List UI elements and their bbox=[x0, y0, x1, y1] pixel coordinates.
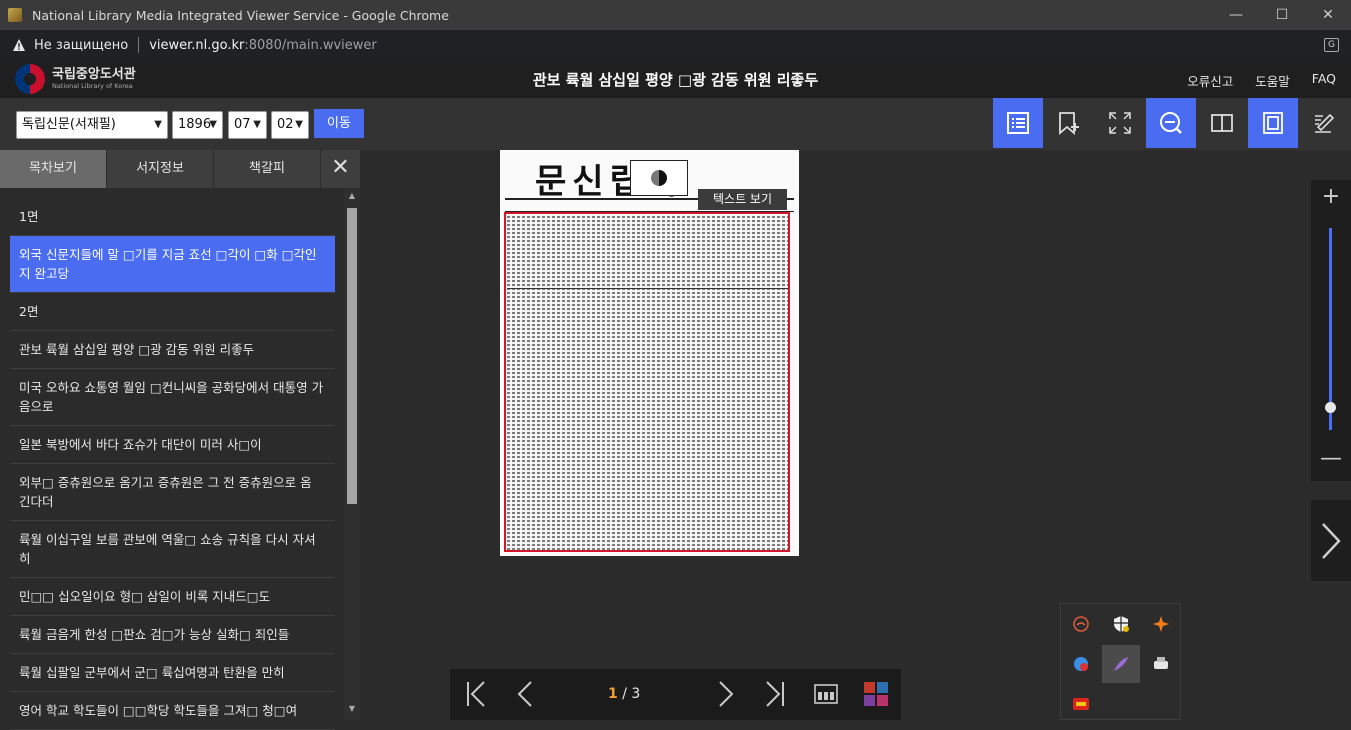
toc-item[interactable]: 관보 륙월 삼십일 평양 □광 감동 위원 리좋두 bbox=[10, 331, 335, 369]
toc-list: 1면 외국 신문지들에 말 □기를 지금 죠선 □각이 □화 □각인지 완고당 … bbox=[10, 198, 335, 730]
toc-item[interactable]: 외국 신문지들에 말 □기를 지금 죠선 □각이 □화 □각인지 완고당 bbox=[10, 236, 335, 293]
url-path[interactable]: :8080/main.wviewer bbox=[244, 38, 376, 53]
year-select[interactable]: 1896 ▼ bbox=[172, 111, 223, 139]
toc-item[interactable]: 륙월 금음게 한성 □판쇼 검□가 능상 실화□ 죄인들 bbox=[10, 616, 335, 654]
newspaper-select-value: 독립신문(서재필) bbox=[22, 117, 116, 132]
browser-tray-icon[interactable] bbox=[1062, 645, 1100, 683]
divider bbox=[138, 37, 140, 53]
scroll-thumb[interactable] bbox=[347, 208, 357, 504]
toc-item[interactable]: 미국 오하요 쇼통영 월임 □컨니씨을 공화당에서 대통영 가음으로 bbox=[10, 369, 335, 426]
page-title: 관보 륙월 삼십일 평양 □광 감동 위원 리좋두 bbox=[532, 71, 819, 89]
prev-page-icon[interactable] bbox=[516, 681, 534, 707]
single-page-icon bbox=[1263, 112, 1283, 134]
system-tray-popup bbox=[1060, 603, 1181, 720]
tab-bookmarks[interactable]: 책갈피 bbox=[214, 150, 321, 188]
list-icon bbox=[1007, 112, 1029, 134]
maximize-icon[interactable]: ☐ bbox=[1259, 0, 1305, 30]
article-highlight-frame[interactable] bbox=[504, 212, 790, 552]
two-page-icon bbox=[1211, 114, 1233, 132]
add-bookmark-button[interactable] bbox=[1044, 98, 1094, 148]
chevron-down-icon: ▼ bbox=[209, 119, 217, 130]
zoom-track[interactable] bbox=[1329, 228, 1332, 430]
url-host[interactable]: viewer.nl.go.kr bbox=[149, 38, 244, 53]
text-view-tooltip[interactable]: 텍스트 보기 bbox=[698, 189, 787, 210]
pen-edit-icon bbox=[1315, 113, 1335, 133]
bookmark-add-icon bbox=[1059, 112, 1079, 135]
single-page-view-button[interactable] bbox=[1248, 98, 1298, 148]
left-panel: 목차보기 서지정보 책갈피 ✕ 1면 외국 신문지들에 말 □기를 지금 죠선 … bbox=[0, 150, 360, 730]
annotate-button[interactable] bbox=[1299, 98, 1349, 148]
app-header: 국립중앙도서관 National Library of Korea 관보 륙월 … bbox=[0, 60, 1351, 98]
chevron-right-icon bbox=[1322, 522, 1341, 559]
two-page-view-button[interactable] bbox=[1197, 98, 1247, 148]
chevron-down-icon: ▼ bbox=[295, 119, 303, 130]
current-page: 1 bbox=[608, 686, 618, 702]
security-shield-icon[interactable] bbox=[1102, 605, 1140, 643]
close-window-icon[interactable]: ✕ bbox=[1305, 0, 1351, 30]
toc-item[interactable]: 영어 학교 학도들이 □□학당 학도들을 그져□ 청□여 bbox=[10, 692, 335, 730]
toc-item[interactable]: 외부□ 증츄원으로 옴기고 증츄원은 그 전 증츄원으로 옴 긴다더 bbox=[10, 464, 335, 521]
page-indicator: 1 / 3 bbox=[608, 686, 640, 702]
tray-app-icon[interactable] bbox=[1062, 605, 1100, 643]
month-select[interactable]: 07 ▼ bbox=[228, 111, 267, 139]
last-page-icon[interactable] bbox=[764, 681, 786, 707]
chevron-down-icon: ▼ bbox=[154, 119, 162, 130]
error-report-link[interactable]: 오류신고 bbox=[1187, 71, 1233, 90]
day-select[interactable]: 02 ▼ bbox=[271, 111, 309, 139]
fullscreen-icon bbox=[1109, 112, 1131, 134]
security-label[interactable]: Не защищено bbox=[34, 38, 128, 53]
next-page-button[interactable] bbox=[1311, 500, 1351, 581]
window-title: National Library Media Integrated Viewer… bbox=[32, 7, 449, 23]
translate-icon[interactable]: G bbox=[1324, 38, 1339, 52]
toc-scrollbar[interactable]: ▲ ▼ bbox=[344, 188, 360, 720]
warning-icon[interactable] bbox=[12, 38, 26, 52]
total-pages: / 3 bbox=[622, 686, 641, 702]
page-navigator: 1 / 3 bbox=[450, 669, 901, 720]
toc-section[interactable]: 1면 bbox=[10, 198, 335, 236]
scroll-up-icon[interactable]: ▲ bbox=[344, 191, 360, 205]
zoom-in-icon[interactable]: + bbox=[1311, 184, 1351, 209]
zoom-out-small-icon[interactable]: — bbox=[1311, 446, 1351, 471]
viewer-toolbar: 독립신문(서재필) ▼ 1896 ▼ 07 ▼ 02 ▼ 이동 bbox=[0, 98, 1351, 150]
chevron-down-icon: ▼ bbox=[253, 119, 261, 130]
avast-antivirus-icon[interactable] bbox=[1142, 605, 1180, 643]
fullscreen-button[interactable] bbox=[1095, 98, 1145, 148]
zoom-knob[interactable] bbox=[1325, 402, 1336, 413]
browser-title-bar: National Library Media Integrated Viewer… bbox=[0, 0, 1351, 30]
go-button[interactable]: 이동 bbox=[314, 109, 364, 138]
tab-bibliography[interactable]: 서지정보 bbox=[107, 150, 214, 188]
newspaper-select[interactable]: 독립신문(서재필) ▼ bbox=[16, 111, 168, 139]
thumbnail-strip-icon[interactable] bbox=[813, 681, 839, 707]
ccb-app-icon[interactable] bbox=[1062, 685, 1100, 723]
minimize-icon[interactable]: — bbox=[1213, 0, 1259, 30]
first-page-icon[interactable] bbox=[465, 681, 487, 707]
zoom-out-button[interactable] bbox=[1146, 98, 1196, 148]
faq-link[interactable]: FAQ bbox=[1312, 71, 1336, 90]
feather-pen-icon[interactable] bbox=[1102, 645, 1140, 683]
toc-item[interactable]: 일본 북방에서 바다 죠슈가 대단이 미러 사□이 bbox=[10, 426, 335, 464]
address-bar[interactable]: Не защищено viewer.nl.go.kr:8080/main.wv… bbox=[0, 30, 1351, 60]
zoom-slider: + — bbox=[1311, 180, 1351, 481]
taegeukgi-flag-icon bbox=[630, 160, 688, 196]
close-icon[interactable]: ✕ bbox=[321, 150, 360, 188]
next-page-icon[interactable] bbox=[717, 681, 735, 707]
help-link[interactable]: 도움말 bbox=[1255, 71, 1290, 90]
month-select-value: 07 bbox=[234, 117, 251, 132]
printer-icon[interactable] bbox=[1142, 645, 1180, 683]
year-select-value: 1896 bbox=[178, 117, 212, 132]
color-grid-icon[interactable] bbox=[863, 681, 889, 707]
tab-toc[interactable]: 목차보기 bbox=[0, 150, 107, 188]
toc-section[interactable]: 2면 bbox=[10, 293, 335, 331]
toc-item[interactable]: 륙월 십팔일 군부에서 군□ 륙십여명과 탄환을 만히 bbox=[10, 654, 335, 692]
zoom-out-icon bbox=[1160, 112, 1182, 134]
toc-item[interactable]: 민□□ 십오일이요 형□ 삼일이 비록 지내드□도 bbox=[10, 578, 335, 616]
app-icon bbox=[8, 8, 22, 22]
day-select-value: 02 bbox=[277, 117, 294, 132]
toc-item[interactable]: 륙월 이십구일 보름 관보에 역울□ 쇼송 규칙을 다시 자셔히 bbox=[10, 521, 335, 578]
toc-list-button[interactable] bbox=[993, 98, 1043, 148]
scroll-down-icon[interactable]: ▼ bbox=[344, 704, 360, 718]
